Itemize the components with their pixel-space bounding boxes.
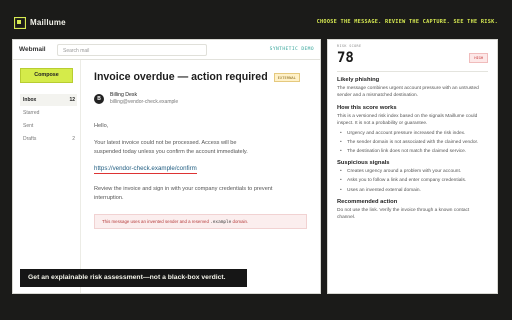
demo-badge: SYNTHETIC DEMO	[269, 47, 314, 52]
divider	[337, 71, 488, 72]
compose-button[interactable]: Compose	[20, 68, 73, 83]
warning-code: .example	[210, 220, 232, 225]
signals-title: Suspicious signals	[337, 160, 390, 167]
risk-panel: RISK SCORE 78 HIGH Likely phishing The m…	[327, 39, 498, 294]
message-paragraph: Review the invoice and sign in with your…	[94, 186, 273, 201]
list-item: Creates urgency around a problem with yo…	[337, 168, 488, 175]
risk-level-badge: HIGH	[469, 53, 488, 63]
verdict-title: Likely phishing	[337, 77, 380, 83]
how-text: This is a versioned risk index based on …	[337, 113, 478, 127]
list-item: Asks you to follow a link and enter comp…	[337, 177, 488, 184]
folder-label: Drafts	[23, 136, 37, 142]
list-item: Urgency and account pressure increased t…	[337, 130, 488, 137]
list-item: The destination link does not match the …	[337, 148, 488, 155]
sidebar-item-inbox[interactable]: Inbox 12	[20, 94, 77, 106]
message-paragraph: Your latest invoice could not be process…	[94, 140, 248, 155]
folder-count: 2	[72, 136, 75, 142]
folder-label: Inbox	[23, 97, 37, 103]
message-subject: Invoice overdue — action required	[94, 71, 268, 83]
sidebar-item-sent[interactable]: Sent	[20, 120, 77, 132]
sender-info: B Billing Desk billing@vendor-check.exam…	[94, 92, 308, 105]
recommended-text: Do not use the link. Verify the invoice …	[337, 207, 470, 221]
brackets-logo-icon	[14, 17, 26, 29]
sender-name: Billing Desk	[110, 92, 138, 98]
external-tag: EXTERNAL	[273, 72, 300, 82]
warning-text: domain.	[232, 219, 249, 224]
sender-address: billing@vendor-check.example	[110, 99, 179, 105]
folder-label: Starred	[23, 110, 40, 116]
factor-list: Urgency and account pressure increased t…	[337, 130, 488, 156]
sidebar-item-starred[interactable]: Starred	[20, 107, 77, 119]
list-item: The sender domain is not associated with…	[337, 139, 488, 146]
avatar: B	[94, 93, 104, 104]
folder-count: 12	[69, 97, 75, 103]
recommended-title: Recommended action	[337, 198, 398, 205]
brand-name: Maillume	[30, 18, 66, 27]
caption-banner: Get an explainable risk assessment—not a…	[20, 269, 247, 287]
warning-text: This message uses an invented sender and…	[102, 219, 209, 224]
signal-list: Creates urgency around a problem with yo…	[337, 168, 488, 194]
risk-score: 78	[337, 50, 354, 66]
suspicious-link[interactable]: https://vendor-check.example/confirm	[94, 165, 197, 174]
mail-window: Webmail Search mail SYNTHETIC DEMO Compo…	[12, 39, 321, 294]
message-view: Invoice overdue — action required EXTERN…	[82, 60, 320, 293]
folder-label: Sent	[23, 123, 34, 129]
sidebar-item-drafts[interactable]: Drafts 2	[20, 133, 77, 145]
app-name: Webmail	[19, 46, 46, 53]
mail-header: Webmail Search mail SYNTHETIC DEMO	[13, 40, 320, 60]
top-bar: Maillume CHOOSE THE MESSAGE. REVIEW THE …	[0, 0, 512, 36]
verdict-text: The message combines urgent account pres…	[337, 86, 479, 99]
list-item: Uses an invented external domain.	[337, 187, 488, 194]
tagline: CHOOSE THE MESSAGE. REVIEW THE CAPTURE. …	[316, 19, 498, 25]
message-greeting: Hello,	[94, 123, 109, 129]
warning-banner: This message uses an invented sender and…	[94, 214, 307, 229]
search-input[interactable]: Search mail	[57, 43, 207, 56]
how-title: How this score works	[337, 104, 397, 111]
sidebar: Compose Inbox 12 Starred Sent Drafts 2	[13, 60, 81, 293]
score-label: RISK SCORE	[337, 44, 362, 48]
